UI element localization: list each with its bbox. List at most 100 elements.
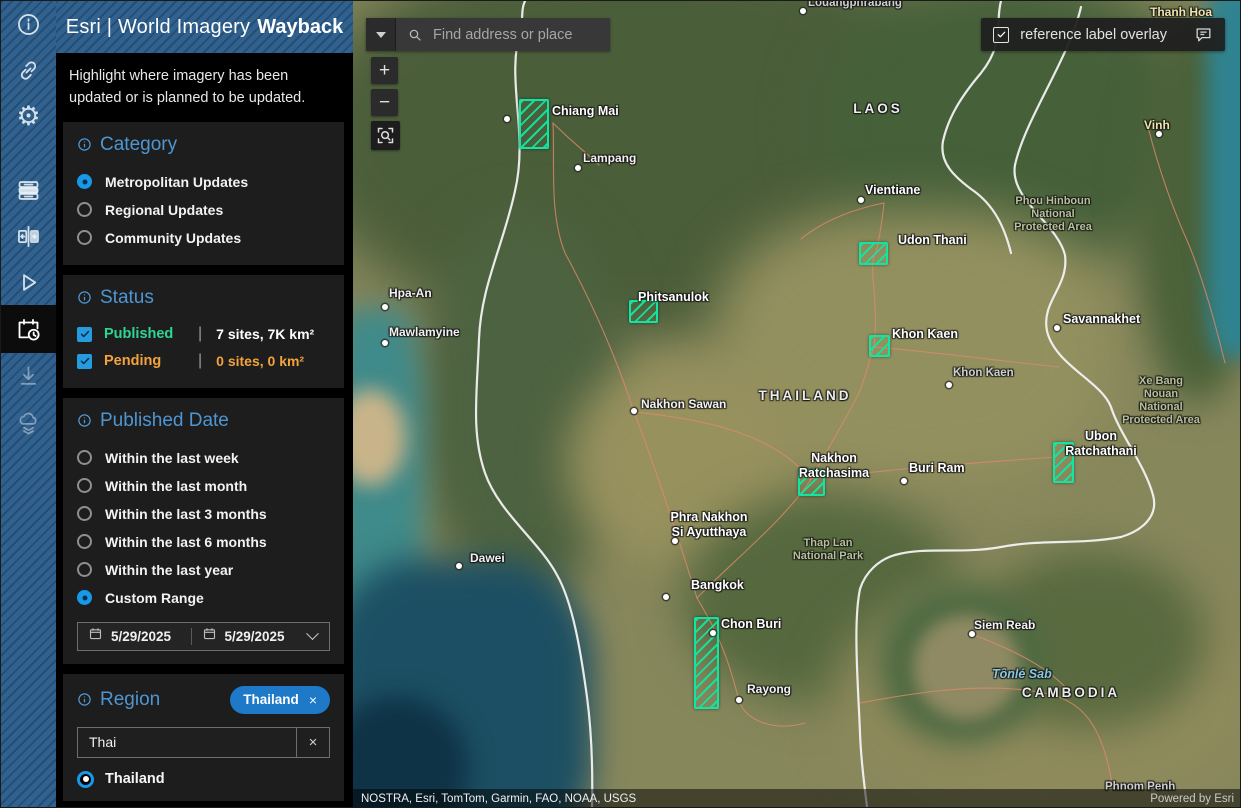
category-option[interactable]: Community Updates — [77, 224, 330, 252]
date-to-field[interactable]: 5/29/2025 — [192, 626, 305, 646]
category-option[interactable]: Metropolitan Updates — [77, 168, 330, 196]
city-dot — [504, 116, 510, 122]
status-row-published: Published | 7 sites, 7K km² — [77, 321, 330, 348]
city-dot — [663, 594, 669, 600]
radio-selected[interactable] — [77, 590, 92, 605]
published-date-option-label: Custom Range — [105, 589, 204, 606]
map-label: Xe Bang Nouan National Protected Area — [1122, 375, 1200, 426]
chevron-down-icon[interactable] — [306, 626, 319, 640]
radio-unselected[interactable] — [77, 478, 92, 493]
map-label: Dawei — [470, 551, 505, 565]
category-options: Metropolitan Updates Regional Updates Comm… — [77, 168, 330, 252]
map-label: Savannakhet — [1063, 312, 1141, 326]
city-dot — [382, 340, 388, 346]
city-dot — [710, 630, 716, 636]
zoom-in-button[interactable]: + — [371, 57, 398, 84]
chip-close-icon[interactable]: × — [309, 692, 317, 708]
separator: | — [198, 325, 203, 342]
info-icon[interactable] — [77, 290, 92, 305]
feedback-comment-icon[interactable] — [1194, 25, 1213, 44]
date-range-picker[interactable]: 5/29/2025 5/29/2025 — [77, 621, 330, 651]
category-option-label: Regional Updates — [105, 201, 224, 218]
rail-calendar-clock-icon[interactable] — [1, 305, 56, 353]
status-value: 7 sites, 7K km² — [216, 326, 315, 342]
radio-unselected[interactable] — [77, 506, 92, 521]
category-option-label: Metropolitan Updates — [105, 173, 249, 190]
info-icon[interactable] — [77, 137, 92, 152]
date-to-value: 5/29/2025 — [224, 628, 285, 644]
map-label: Chon Buri — [721, 617, 782, 631]
map-label: Siem Reab — [974, 618, 1036, 632]
map-label: Nakhon Sawan — [641, 397, 727, 411]
published-date-option-label: Within the last 6 months — [105, 533, 267, 550]
rail-layer-list-icon[interactable] — [1, 167, 56, 213]
published-date-option[interactable]: Within the last month — [77, 472, 330, 500]
map-search-input[interactable]: Find address or place — [396, 18, 610, 51]
region-chip-thailand[interactable]: Thailand × — [230, 685, 330, 714]
status-checkbox[interactable] — [77, 353, 92, 369]
status-section: Status Published | 7 sites, 7K km² Pending |… — [63, 274, 344, 388]
region-search-input[interactable]: Thai × — [77, 726, 330, 758]
rail-play-icon[interactable] — [1, 259, 56, 305]
rail-info-icon[interactable] — [1, 1, 56, 47]
rail-link-icon[interactable] — [1, 47, 56, 93]
search-source-caret-button[interactable] — [366, 18, 396, 51]
attribution-text: NOSTRA, Esri, TomTom, Garmin, FAO, NOAA,… — [361, 793, 637, 805]
map-canvas[interactable]: Louangphrabang Thanh Hoa Vinh LAOS Chiang Ma… — [353, 1, 1240, 807]
city-dot — [575, 165, 581, 171]
radio-unselected[interactable] — [77, 202, 92, 217]
map-searchbar: Find address or place — [366, 18, 610, 51]
rail-swipe-icon[interactable] — [1, 213, 56, 259]
region-search-value[interactable]: Thai — [78, 734, 296, 750]
icon-rail: ⚙ — [1, 1, 56, 807]
status-checkbox[interactable] — [77, 326, 92, 342]
info-icon[interactable] — [77, 692, 92, 707]
map-label: Mawlamyine — [389, 325, 460, 339]
map-label: LAOS — [853, 101, 903, 116]
zoom-out-button[interactable]: − — [371, 89, 398, 116]
radio-unselected[interactable] — [77, 562, 92, 577]
radio-selected[interactable] — [77, 770, 94, 788]
published-date-option[interactable]: Custom Range — [77, 584, 330, 612]
reference-overlay-checkbox[interactable] — [993, 26, 1010, 43]
published-date-option-label: Within the last 3 months — [105, 505, 267, 522]
clear-search-icon[interactable]: × — [296, 727, 329, 757]
filter-panel: Highlight where imagery has been updated… — [56, 53, 353, 807]
rail-cloud-layers-icon[interactable] — [1, 399, 56, 445]
calendar-icon — [202, 626, 217, 646]
category-option[interactable]: Regional Updates — [77, 196, 330, 224]
radio-unselected[interactable] — [77, 450, 92, 465]
map-label: Phra Nakhon Si Ayutthaya — [670, 510, 748, 539]
published-date-option[interactable]: Within the last 6 months — [77, 528, 330, 556]
chip-label: Thailand — [243, 692, 299, 707]
city-dot — [858, 197, 864, 203]
region-section: Region Thailand × Thai × Thailand — [63, 673, 344, 801]
date-from-field[interactable]: 5/29/2025 — [78, 626, 191, 646]
status-heading: Status — [100, 286, 154, 308]
info-icon[interactable] — [77, 413, 92, 428]
region-result-thailand[interactable]: Thailand — [77, 770, 330, 788]
published-date-option[interactable]: Within the last 3 months — [77, 500, 330, 528]
map-label: THAILAND — [758, 388, 852, 403]
radio-unselected[interactable] — [77, 534, 92, 549]
search-icon — [409, 29, 421, 41]
published-date-heading: Published Date — [100, 409, 229, 431]
magnify-extent-button[interactable] — [371, 121, 400, 150]
map-label: Louangphrabang — [808, 1, 902, 9]
status-rows: Published | 7 sites, 7K km² Pending | 0 sites… — [77, 321, 330, 375]
published-date-option[interactable]: Within the last year — [77, 556, 330, 584]
city-dot — [946, 382, 952, 388]
rail-gear-icon[interactable]: ⚙ — [1, 93, 56, 139]
map-label: Phou Hinboun National Protected Area — [1014, 195, 1092, 233]
radio-selected[interactable] — [77, 174, 92, 189]
published-date-option[interactable]: Within the last week — [77, 444, 330, 472]
reference-overlay-bar: reference label overlay — [981, 18, 1225, 51]
city-dot — [1054, 325, 1060, 331]
status-label: Pending — [104, 353, 162, 369]
powered-by-esri: Powered by Esri — [1150, 793, 1234, 805]
map-label: Thap Lan National Park — [792, 537, 864, 562]
radio-unselected[interactable] — [77, 230, 92, 245]
map-search-placeholder: Find address or place — [433, 26, 573, 43]
rail-download-icon[interactable] — [1, 353, 56, 399]
category-section: Category Metropolitan Updates Regional Up… — [63, 121, 344, 265]
